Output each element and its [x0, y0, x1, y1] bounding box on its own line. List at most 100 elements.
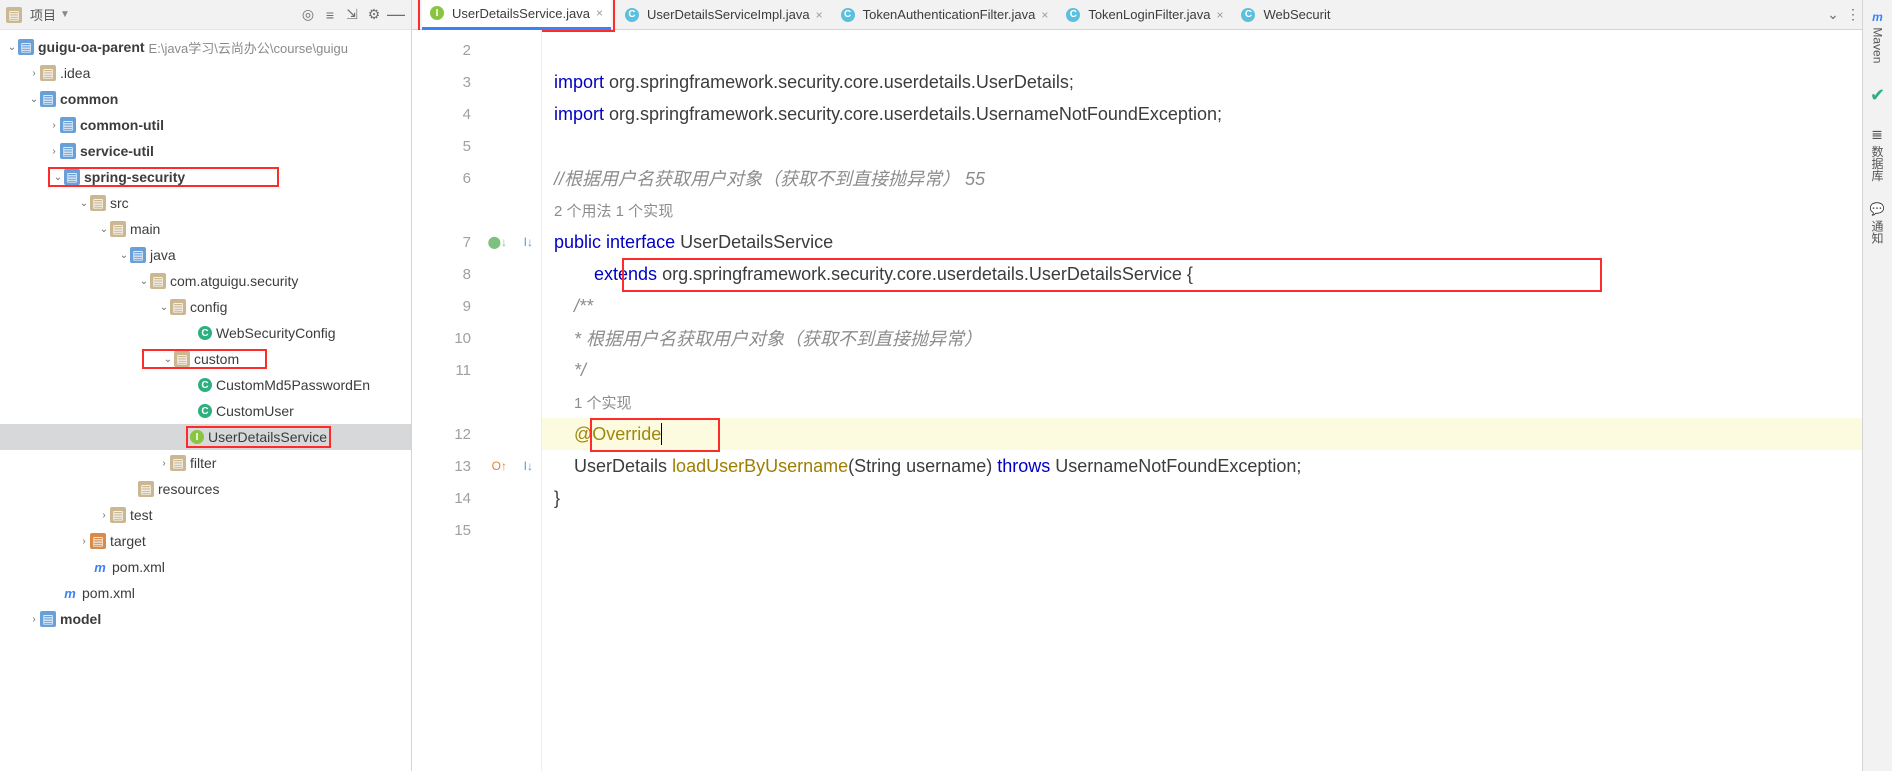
close-icon[interactable]: ×	[1041, 8, 1048, 22]
tree-node[interactable]: ⌄ ▤ src	[0, 190, 411, 216]
chevron-right-icon: ›	[28, 614, 40, 625]
locate-icon[interactable]: ◎	[299, 6, 317, 24]
close-icon[interactable]: ×	[816, 8, 823, 22]
chevron-down-icon: ⌄	[78, 198, 90, 209]
chevron-right-icon: ›	[98, 510, 110, 521]
tab-userdetailsservice[interactable]: I UserDetailsService.java ×	[422, 0, 611, 30]
tree-node-uds[interactable]: I UserDetailsService	[0, 424, 411, 450]
tree-node[interactable]: ▤ resources	[0, 476, 411, 502]
package-icon: ▤	[174, 351, 190, 367]
code-body[interactable]: import org.springframework.security.core…	[542, 30, 1862, 771]
target-folder-icon: ▤	[90, 533, 106, 549]
more-icon[interactable]: ⋮	[1844, 6, 1862, 24]
minimize-icon[interactable]: —	[387, 6, 405, 24]
class-icon: C	[841, 8, 855, 22]
tree-node[interactable]: ⌄ ▤ config	[0, 294, 411, 320]
close-icon[interactable]: ×	[596, 6, 603, 20]
interface-icon: I	[430, 6, 444, 20]
tree-node[interactable]: › ▤ target	[0, 528, 411, 554]
inherit-icon[interactable]: ⬤↓	[488, 235, 507, 249]
project-tree: ⌄ ▤ guigu-oa-parent E:\java学习\云尚办公\cours…	[0, 30, 411, 771]
tree-node[interactable]: › ▤ .idea	[0, 60, 411, 86]
chevron-right-icon: ›	[78, 536, 90, 547]
folder-icon: ▤	[110, 507, 126, 523]
folder-icon: ▤	[6, 7, 22, 23]
tree-node[interactable]: › ▤ model	[0, 606, 411, 632]
chevron-right-icon: ›	[28, 68, 40, 79]
class-icon: C	[198, 378, 212, 392]
tab-userdetailsserviceimpl[interactable]: C UserDetailsServiceImpl.java ×	[617, 0, 831, 30]
tree-node[interactable]: ⌄ ▤ java	[0, 242, 411, 268]
tree-root[interactable]: ⌄ ▤ guigu-oa-parent E:\java学习\云尚办公\cours…	[0, 34, 411, 60]
chevron-down-icon: ⌄	[98, 224, 110, 235]
chevron-down-icon: ▼	[60, 9, 70, 20]
chevron-down-icon: ⌄	[158, 302, 170, 313]
tree-node[interactable]: ⌄ ▤ com.atguigu.security	[0, 268, 411, 294]
implement-icon[interactable]: I↓	[524, 235, 533, 249]
tree-node[interactable]: C CustomMd5PasswordEn	[0, 372, 411, 398]
maven-icon: m	[92, 559, 108, 575]
chevron-down-icon: ⌄	[162, 354, 174, 365]
package-icon: ▤	[150, 273, 166, 289]
project-dropdown[interactable]: ▤ 项目 ▼	[6, 5, 70, 24]
tree-node-spring-security[interactable]: ⌄ ▤ spring-security	[0, 164, 411, 190]
folder-icon: ▤	[90, 195, 106, 211]
editor-panel: I UserDetailsService.java × C UserDetail…	[412, 0, 1862, 771]
editor-tabs: I UserDetailsService.java × C UserDetail…	[412, 0, 1862, 30]
chevron-down-icon: ⌄	[28, 94, 40, 105]
project-panel: ▤ 项目 ▼ ◎ ≡ ⇲ ⚙ — ⌄ ▤ guigu-oa-parent E:\…	[0, 0, 412, 771]
tree-node-custom[interactable]: ⌄ ▤ custom	[0, 346, 411, 372]
source-folder-icon: ▤	[130, 247, 146, 263]
tree-node[interactable]: ⌄ ▤ common	[0, 86, 411, 112]
class-icon: C	[198, 404, 212, 418]
module-icon: ▤	[60, 117, 76, 133]
module-icon: ▤	[40, 611, 56, 627]
collapse-all-icon[interactable]: ⇲	[343, 6, 361, 24]
class-icon: C	[1066, 8, 1080, 22]
gutter: 2 3 4 5 6 7 ⬤↓ I↓ 8 9 10 11 12 13 O↑ I↓	[412, 30, 542, 771]
folder-icon: ▤	[110, 221, 126, 237]
database-tab[interactable]: 𝌆 数据库	[1869, 124, 1886, 185]
implement-icon[interactable]: I↓	[524, 459, 533, 473]
module-icon: ▤	[60, 143, 76, 159]
class-icon: C	[198, 326, 212, 340]
override-icon[interactable]: O↑	[492, 459, 507, 473]
tree-node[interactable]: m pom.xml	[0, 554, 411, 580]
chevron-right-icon: ›	[158, 458, 170, 469]
tree-node[interactable]: › ▤ test	[0, 502, 411, 528]
maven-tab[interactable]: m Maven	[1871, 6, 1885, 67]
resources-folder-icon: ▤	[138, 481, 154, 497]
close-icon[interactable]: ×	[1216, 8, 1223, 22]
class-icon: C	[625, 8, 639, 22]
package-icon: ▤	[170, 455, 186, 471]
expand-all-icon[interactable]: ≡	[321, 6, 339, 24]
tab-tokenauth[interactable]: C TokenAuthenticationFilter.java ×	[833, 0, 1057, 30]
module-icon: ▤	[18, 39, 34, 55]
gear-icon[interactable]: ⚙	[365, 6, 383, 24]
chevron-right-icon: ›	[48, 120, 60, 131]
class-icon: C	[1241, 8, 1255, 22]
maven-icon: m	[62, 585, 78, 601]
tree-node[interactable]: C WebSecurityConfig	[0, 320, 411, 346]
tree-node[interactable]: › ▤ service-util	[0, 138, 411, 164]
chevron-down-icon: ⌄	[52, 172, 64, 183]
right-toolstrip: m Maven ✔ 𝌆 数据库 💬 通知	[1862, 0, 1892, 771]
code-editor[interactable]: 2 3 4 5 6 7 ⬤↓ I↓ 8 9 10 11 12 13 O↑ I↓	[412, 30, 1862, 771]
chevron-down-icon[interactable]: ⌄	[1824, 6, 1842, 24]
tab-websecurity[interactable]: C WebSecurit	[1233, 0, 1338, 30]
interface-icon: I	[190, 430, 204, 444]
tree-node[interactable]: › ▤ filter	[0, 450, 411, 476]
check-icon: ✔	[1870, 85, 1885, 106]
tree-node[interactable]: m pom.xml	[0, 580, 411, 606]
project-toolbar: ▤ 项目 ▼ ◎ ≡ ⇲ ⚙ —	[0, 0, 411, 30]
tree-node[interactable]: C CustomUser	[0, 398, 411, 424]
chevron-down-icon: ⌄	[118, 250, 130, 261]
package-icon: ▤	[170, 299, 186, 315]
chevron-down-icon: ⌄	[138, 276, 150, 287]
tree-node[interactable]: › ▤ common-util	[0, 112, 411, 138]
tree-node[interactable]: ⌄ ▤ main	[0, 216, 411, 242]
folder-icon: ▤	[40, 65, 56, 81]
tab-tokenlogin[interactable]: C TokenLoginFilter.java ×	[1058, 0, 1231, 30]
notify-tab[interactable]: 💬 通知	[1869, 198, 1886, 248]
project-label: 项目	[30, 5, 56, 24]
